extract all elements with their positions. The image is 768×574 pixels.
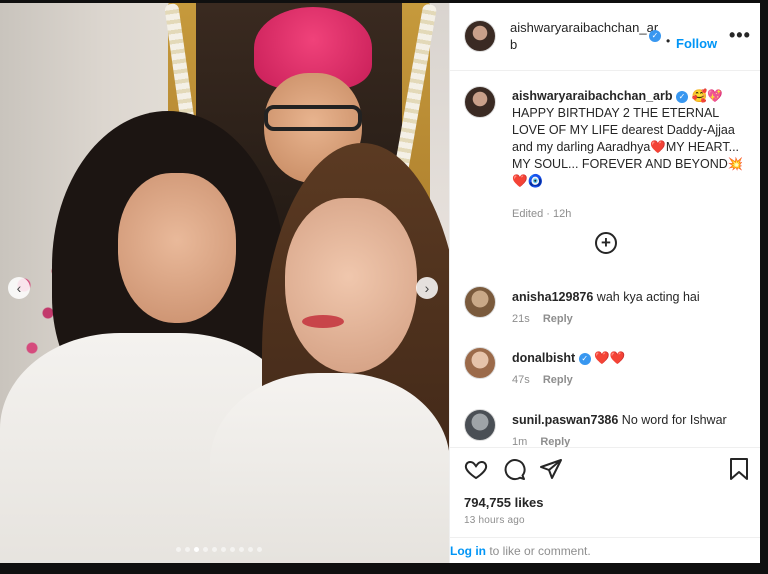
comment-username[interactable]: donalbisht: [512, 351, 575, 365]
comment-text: wah kya acting hai: [596, 290, 700, 304]
comment-meta: 1m Reply: [512, 436, 570, 447]
carousel-dot: [257, 547, 262, 552]
comment-text: ❤️❤️: [594, 351, 626, 365]
comment-meta: 21s Reply: [512, 313, 573, 325]
comment-username[interactable]: sunil.paswan7386: [512, 413, 618, 427]
comment-text: No word for Ishwar: [621, 413, 727, 427]
likes-count[interactable]: 794,755 likes: [464, 495, 544, 510]
share-send-icon[interactable]: [539, 457, 563, 481]
carousel-dot: [212, 547, 217, 552]
window-edge: [760, 0, 768, 574]
bookmark-save-icon[interactable]: [728, 457, 750, 481]
caption-verified-badge-icon: ✓: [675, 90, 688, 103]
caption-text-block: aishwaryaraibachchan_arb ✓ 🥰💖 HAPPY BIRT…: [512, 88, 748, 190]
follow-button[interactable]: Follow: [676, 36, 717, 51]
comment-time: 21s: [512, 313, 530, 325]
carousel-dot: [194, 547, 199, 552]
more-options-button[interactable]: •••: [729, 25, 751, 46]
comment-text-line: donalbisht ✓ ❤️❤️: [512, 350, 752, 366]
login-link[interactable]: Log in: [450, 544, 486, 558]
screenshot-frame: ‹ › aishwaryaraibachchan_arb ✓ • Follow …: [0, 0, 768, 574]
comment-reply-button[interactable]: Reply: [540, 436, 570, 447]
comment-item: donalbisht ✓ ❤️❤️ 47s Reply: [464, 347, 754, 399]
carousel-dot: [230, 547, 235, 552]
carousel-dot: [221, 547, 226, 552]
comments-scroll-area[interactable]: aishwaryaraibachchan_arb ✓ 🥰💖 HAPPY BIRT…: [450, 72, 761, 447]
caption-avatar[interactable]: [464, 86, 496, 118]
author-avatar[interactable]: [464, 20, 496, 52]
carousel-dots: [176, 547, 262, 553]
comment-avatar[interactable]: [464, 347, 496, 379]
comment-time: 1m: [512, 436, 528, 447]
author-username[interactable]: aishwaryaraibachchan_arb: [510, 19, 660, 53]
comment-text-line: sunil.paswan7386 No word for Ishwar: [512, 412, 752, 428]
photo-girl-face: [118, 173, 236, 323]
carousel-dot: [248, 547, 253, 552]
post-timestamp[interactable]: 13 hours ago: [464, 515, 525, 526]
post-side-panel: aishwaryaraibachchan_arb ✓ • Follow ••• …: [449, 3, 761, 563]
post-header: aishwaryaraibachchan_arb ✓ • Follow •••: [450, 3, 761, 71]
carousel-prev-button[interactable]: ‹: [8, 277, 30, 299]
login-prompt: Log in to like or comment.: [450, 537, 761, 563]
comment-avatar[interactable]: [464, 286, 496, 318]
like-heart-icon[interactable]: [464, 457, 488, 481]
comment-time: 47s: [512, 374, 530, 386]
photo-woman-lips: [302, 315, 344, 328]
post-photo[interactable]: ‹ ›: [0, 3, 449, 563]
verified-badge-icon: ✓: [649, 30, 661, 42]
chevron-right-icon: ›: [424, 280, 430, 296]
carousel-dot: [176, 547, 181, 552]
comment-avatar[interactable]: [464, 409, 496, 441]
carousel-next-button[interactable]: ›: [416, 277, 438, 299]
carousel-dot: [239, 547, 244, 552]
carousel-dot: [185, 547, 190, 552]
caption-meta: Edited · 12h: [512, 208, 572, 220]
caption-username[interactable]: aishwaryaraibachchan_arb: [512, 89, 673, 103]
comment-item: sunil.paswan7386 No word for Ishwar 1m R…: [464, 409, 754, 447]
caption-text: 🥰💖 HAPPY BIRTHDAY 2 THE ETERNAL LOVE OF …: [512, 89, 744, 188]
comment-reply-button[interactable]: Reply: [543, 374, 573, 386]
comment-meta: 47s Reply: [512, 374, 573, 386]
photo-glasses: [264, 105, 362, 131]
photo-woman-face: [285, 198, 417, 373]
follow-separator: •: [666, 34, 671, 48]
comment-username[interactable]: anisha129876: [512, 290, 593, 304]
comment-reply-button[interactable]: Reply: [543, 313, 573, 325]
carousel-dot: [203, 547, 208, 552]
comment-text-line: anisha129876 wah kya acting hai: [512, 289, 752, 305]
chevron-left-icon: ‹: [16, 280, 22, 296]
load-more-comments-icon[interactable]: +: [595, 232, 617, 254]
comment-item: anisha129876 wah kya acting hai 21s Repl…: [464, 286, 754, 338]
login-prompt-text: to like or comment.: [486, 544, 591, 558]
comment-bubble-icon[interactable]: [502, 457, 526, 481]
photo-woman-body: [210, 373, 449, 563]
post-actions: 794,755 likes 13 hours ago: [450, 447, 761, 537]
comment-verified-badge-icon: ✓: [578, 352, 591, 365]
